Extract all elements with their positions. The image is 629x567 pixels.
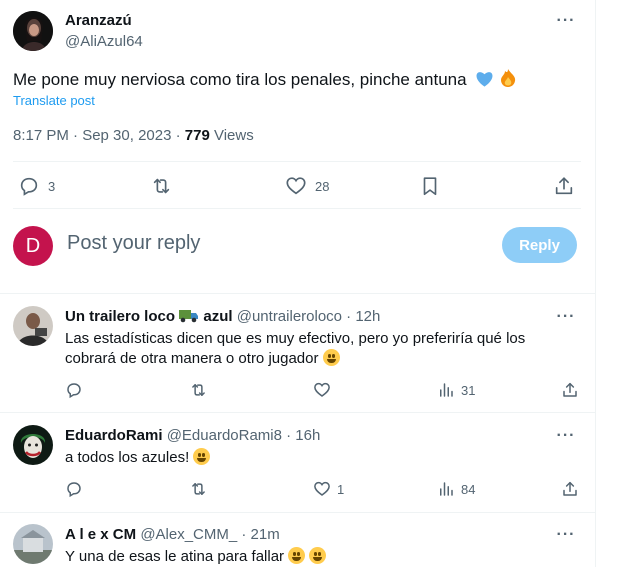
reply-avatar[interactable]: [13, 425, 53, 465]
views-count: 31: [461, 382, 476, 398]
views-action[interactable]: 31: [437, 381, 475, 399]
translate-post-link[interactable]: Translate post: [13, 93, 95, 108]
divider: [13, 208, 581, 209]
reply-text-content: Las estadísticas dicen que es muy efecti…: [65, 330, 526, 367]
repost-action[interactable]: [189, 381, 208, 399]
reply-author-name-suffix: azul: [203, 308, 233, 325]
repost-icon: [192, 384, 205, 396]
joy-emoji-icon: [193, 448, 211, 465]
share-icon: [563, 481, 577, 496]
post-text-content: Me pone muy nerviosa como tira los penal…: [13, 70, 467, 89]
post-timestamp[interactable]: 8:17 PM · Sep 30, 2023 ·: [13, 127, 185, 144]
reply-text: a todos los azules!: [65, 448, 545, 468]
reply-action[interactable]: [65, 480, 83, 498]
bookmark-icon: [423, 177, 437, 196]
reply-input[interactable]: Post your reply: [67, 232, 487, 260]
more-options-icon[interactable]: ···: [555, 425, 577, 447]
reply-icon: [67, 383, 81, 399]
reply-button[interactable]: Reply: [502, 227, 577, 263]
reply-header: Un trailero loco azul @untraileroloco · …: [65, 308, 380, 327]
conversation-column: Aranzazú @AliAzul64 ··· Me pone muy nerv…: [0, 0, 595, 567]
views-action[interactable]: 84: [437, 480, 475, 498]
more-options-icon[interactable]: ···: [555, 524, 577, 546]
reply-handle-time[interactable]: @untraileroloco · 12h: [237, 308, 381, 325]
reply-text: Las estadísticas dicen que es muy efecti…: [65, 329, 545, 369]
reply-item[interactable]: EduardoRami @EduardoRami8 · 16h ··· a to…: [0, 413, 595, 512]
views-count: 84: [461, 481, 476, 497]
author-avatar[interactable]: [13, 11, 53, 51]
reply-author-name[interactable]: EduardoRami: [65, 427, 163, 444]
more-options-icon[interactable]: ···: [555, 306, 577, 328]
reply-avatar[interactable]: [13, 306, 53, 346]
grinning-emoji-icon: [309, 547, 327, 564]
blue-heart-emoji-icon: [475, 70, 494, 94]
post-text: Me pone muy nerviosa como tira los penal…: [13, 68, 517, 94]
author-handle[interactable]: @AliAzul64: [65, 33, 143, 50]
reply-text-content: a todos los azules!: [65, 449, 190, 466]
sweat-smile-emoji-icon: [322, 349, 340, 366]
column-divider: [595, 0, 596, 567]
like-action[interactable]: 1: [313, 480, 344, 498]
reply-action[interactable]: 3: [18, 175, 55, 197]
reply-handle-time[interactable]: @EduardoRami8 · 16h: [167, 427, 321, 444]
reply-author-name[interactable]: A l e x CM: [65, 526, 136, 543]
reply-item[interactable]: A l e x CM @Alex_CMM_ · 21m ··· Y una de…: [0, 513, 595, 567]
analytics-icon: [440, 482, 453, 496]
more-options-icon[interactable]: ···: [555, 10, 577, 32]
fire-emoji-icon: [499, 68, 517, 94]
analytics-icon: [440, 383, 453, 397]
bookmark-action[interactable]: [419, 175, 441, 197]
heart-icon: [286, 177, 306, 195]
reply-item[interactable]: Un trailero loco azul @untraileroloco · …: [0, 294, 595, 412]
author-name[interactable]: Aranzazú: [65, 12, 132, 29]
share-action[interactable]: [553, 175, 575, 197]
reply-count: 3: [48, 178, 56, 194]
grinning-emoji-icon: [288, 547, 306, 564]
reply-header: A l e x CM @Alex_CMM_ · 21m: [65, 526, 280, 543]
reply-text-content: Y una de esas le atina para fallar: [65, 548, 285, 565]
reply-icon: [67, 482, 81, 498]
heart-icon: [314, 382, 330, 397]
share-action[interactable]: [561, 480, 579, 498]
divider: [13, 161, 581, 162]
post-action-bar: 3 28: [0, 168, 595, 202]
views-label: Views: [209, 127, 254, 144]
like-action[interactable]: [313, 381, 331, 399]
views-count: 779: [184, 127, 210, 144]
repost-icon: [192, 483, 205, 495]
truck-emoji-icon: [179, 309, 199, 327]
like-count: 28: [315, 178, 330, 194]
share-action[interactable]: [561, 381, 579, 399]
share-icon: [555, 177, 573, 195]
reply-action[interactable]: [65, 381, 83, 399]
reply-text: Y una de esas le atina para fallar: [65, 547, 545, 567]
reply-header: EduardoRami @EduardoRami8 · 16h: [65, 427, 320, 444]
repost-icon: [153, 178, 170, 194]
like-action[interactable]: 28: [285, 175, 329, 197]
share-icon: [563, 382, 577, 397]
repost-action[interactable]: [189, 480, 208, 498]
current-user-avatar[interactable]: D: [13, 226, 53, 266]
like-count: 1: [337, 481, 345, 497]
repost-action[interactable]: [150, 175, 173, 197]
reply-avatar[interactable]: [13, 524, 53, 564]
post-metadata: 8:17 PM · Sep 30, 2023 · 779 Views: [13, 127, 254, 144]
reply-author-name[interactable]: Un trailero loco: [65, 308, 175, 325]
heart-icon: [314, 481, 330, 496]
reply-icon: [20, 177, 38, 196]
reply-handle-time[interactable]: @Alex_CMM_ · 21m: [140, 526, 279, 543]
